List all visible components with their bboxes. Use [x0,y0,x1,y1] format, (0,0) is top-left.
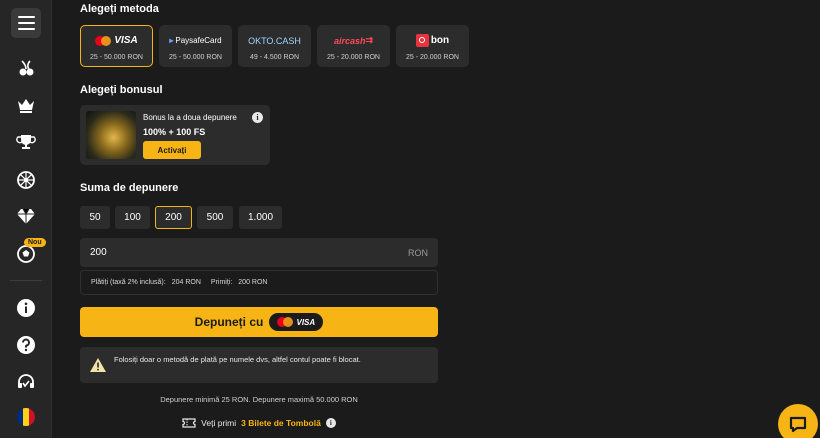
mastercard-icon [277,317,294,327]
deposit-label: Depuneți cu [194,315,264,329]
currency-label: RON [408,247,428,258]
visa-logo: VISA [95,32,138,50]
ticket-icon [182,418,196,428]
tickets-highlight: 3 Bilete de Tombolă [241,418,321,428]
method-range: 25 - 50.000 RON [169,53,222,61]
raffle-tickets-line: Veți primi 3 Bilete de Tombolă i [80,418,438,428]
amount-option-100[interactable]: 100 [115,206,150,229]
bonus-card[interactable]: Bonus la a doua depunere 100% + 100 FS A… [80,105,270,165]
bonus-info-icon[interactable]: i [252,112,263,123]
method-paysafecard[interactable]: ▸ PaysafeCard 25 - 50.000 RON [159,25,232,67]
activate-bonus-button[interactable]: Activați [143,141,201,159]
amount-option-50[interactable]: 50 [80,206,110,229]
chat-button[interactable] [778,404,818,438]
sidebar-divider [10,280,42,281]
paid-label: Plătiți (taxă 2% inclusă): [91,279,166,286]
trophy-icon[interactable] [15,131,37,153]
sidebar: Nou [0,0,52,438]
method-oktocash[interactable]: OKTO.CASH 49 - 4.500 RON [238,25,311,67]
amount-option-200[interactable]: 200 [155,206,192,229]
method-range: 49 - 4.500 RON [249,53,300,61]
warning-text: Folosiți doar o metodă de plată pe numel… [114,355,361,364]
oktocash-logo: OKTO.CASH [248,35,301,46]
method-range: 25 - 20.000 RON [406,53,459,61]
bonus-card-title: Bonus la a doua depunere [143,113,237,122]
romania-flag-icon[interactable] [15,406,37,428]
paysafecard-icon: ▸ [169,36,174,45]
methods-title: Alegeți metoda [80,3,159,15]
amount-option-1000[interactable]: 1.000 [239,206,282,229]
info-icon[interactable] [15,297,37,319]
warning-box: Folosiți doar o metodă de plată pe numel… [80,347,438,383]
warning-icon [90,358,106,372]
deposit-method-badge: VISA [269,313,324,331]
paysafecard-logo: ▸ PaysafeCard [169,36,222,45]
deposit-button[interactable]: Depuneți cu VISA [80,307,438,337]
bon-logo: bon [415,32,449,50]
new-badge: Nou [24,238,46,247]
aircash-logo: aircash ⇉ [333,35,374,46]
amount-option-500[interactable]: 500 [197,206,233,229]
method-visa[interactable]: VISA 25 - 50.000 RON [80,25,153,67]
received-value: 200 RON [238,279,268,286]
deposit-limits: Depunere minimă 25 RON. Depunere maximă … [160,395,358,404]
amount-input[interactable] [90,247,408,258]
chat-icon [789,416,807,433]
cherry-icon[interactable] [15,57,37,79]
paid-value: 204 RON [171,279,201,286]
tickets-prefix: Veți primi [201,418,237,428]
tickets-info-icon[interactable]: i [325,418,336,428]
crown-icon[interactable] [15,94,37,116]
method-bon[interactable]: bon 25 - 20.000 RON [396,25,469,67]
aircash-arrow-icon: ⇉ [365,35,374,45]
method-range: 25 - 20.000 RON [327,53,380,61]
method-aircash[interactable]: aircash ⇉ 25 - 20.000 RON [317,25,390,67]
amount-title: Suma de depunere [80,182,179,194]
support-icon[interactable] [15,371,37,393]
mastercard-icon [95,35,112,46]
bon-icon [415,34,429,47]
bonus-card-value: 100% + 100 FS [143,127,206,137]
hamburger-menu-button[interactable] [11,8,41,38]
help-icon[interactable] [15,334,37,356]
amount-field[interactable]: RON [80,238,438,267]
bonus-image [86,111,136,159]
method-range: 25 - 50.000 RON [90,53,143,61]
wheel-icon[interactable] [15,169,37,191]
diamond-icon[interactable] [15,205,37,227]
bonus-title: Alegeți bonusul [80,84,163,96]
received-label: Primiți: [210,279,233,286]
fee-summary: Plătiți (taxă 2% inclusă): 204 RON Primi… [80,270,438,295]
